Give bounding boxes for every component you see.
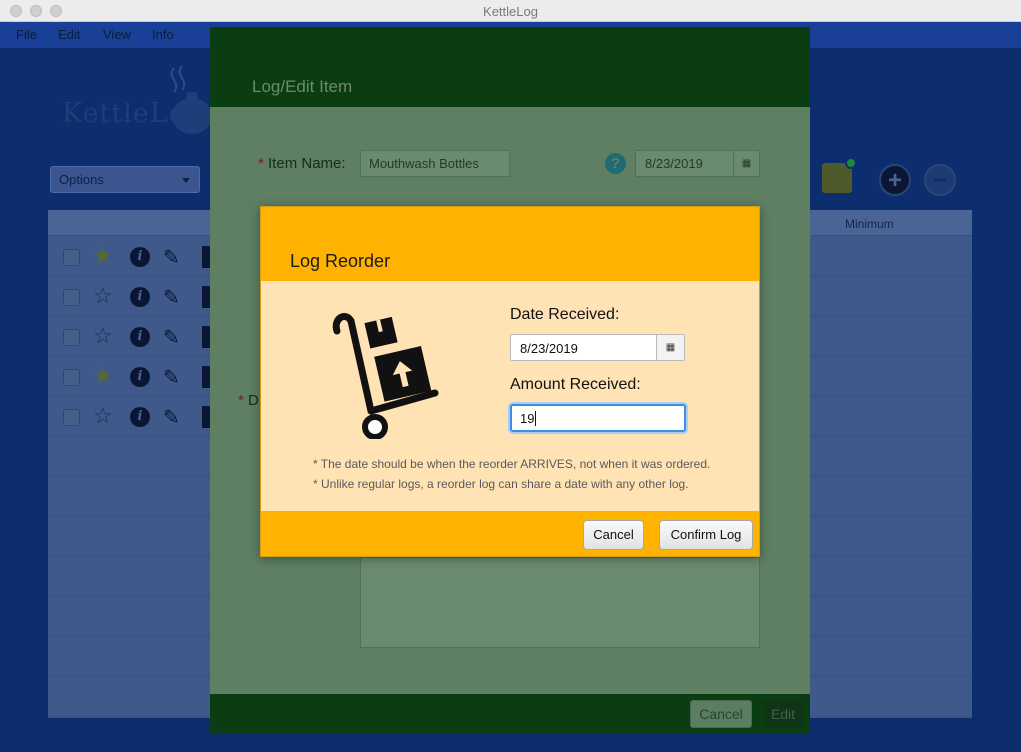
text-cursor: [535, 411, 537, 426]
app-logo-text: KettleLog: [62, 98, 205, 129]
amount-received-label: Amount Received:: [510, 376, 641, 393]
calendar-icon[interactable]: ▦: [733, 151, 759, 176]
date-received-field[interactable]: 8/23/2019 ▦: [510, 334, 685, 361]
log-edit-header: Log/Edit Item: [210, 27, 810, 107]
remove-item-button[interactable]: −: [924, 164, 956, 196]
add-item-button[interactable]: +: [879, 164, 911, 196]
item-name-label-text: Item Name:: [268, 155, 346, 172]
description-label: * D: [238, 392, 259, 409]
log-reorder-header: Log Reorder: [261, 207, 759, 281]
status-dot-icon: [845, 157, 857, 169]
window-titlebar: KettleLog: [0, 0, 1021, 22]
info-icon[interactable]: i: [130, 327, 150, 347]
row-checkbox[interactable]: [63, 329, 80, 346]
pencil-icon[interactable]: ✎: [163, 245, 180, 270]
description-label-text: D: [248, 392, 259, 409]
chevron-down-icon: [182, 178, 190, 183]
info-icon[interactable]: i: [130, 247, 150, 267]
column-header-minimum[interactable]: Minimum: [845, 217, 894, 231]
reorder-note-shared-date: * Unlike regular logs, a reorder log can…: [313, 477, 689, 491]
log-date-field[interactable]: 8/23/2019 ▦: [635, 150, 760, 177]
menu-edit[interactable]: Edit: [58, 27, 80, 42]
date-received-label: Date Received:: [510, 306, 620, 323]
star-outline-icon[interactable]: ☆: [93, 403, 113, 429]
row-checkbox[interactable]: [63, 409, 80, 426]
required-asterisk: *: [258, 155, 264, 172]
log-reorder-dialog: Log Reorder Date Received: 8/23/2019 ▦ A…: [260, 206, 760, 557]
help-icon[interactable]: ?: [605, 153, 626, 174]
amount-received-field[interactable]: 19: [510, 404, 686, 432]
star-filled-icon[interactable]: ★: [93, 363, 113, 389]
row-checkbox[interactable]: [63, 289, 80, 306]
edit-confirm-button[interactable]: Edit: [763, 700, 803, 728]
info-icon[interactable]: i: [130, 287, 150, 307]
info-icon[interactable]: i: [130, 367, 150, 387]
row-checkbox[interactable]: [63, 369, 80, 386]
cancel-button[interactable]: Cancel: [583, 520, 644, 550]
star-filled-icon[interactable]: ★: [93, 243, 113, 269]
window-title: KettleLog: [483, 4, 538, 19]
info-icon[interactable]: i: [130, 407, 150, 427]
reorder-note-arrival: * The date should be when the reorder AR…: [313, 457, 711, 471]
menu-view[interactable]: View: [103, 27, 131, 42]
pencil-icon[interactable]: ✎: [163, 365, 180, 390]
edit-cancel-button[interactable]: Cancel: [690, 700, 752, 728]
log-edit-title: Log/Edit Item: [252, 77, 353, 96]
log-date-value: 8/23/2019: [645, 156, 703, 171]
pencil-icon[interactable]: ✎: [163, 285, 180, 310]
required-asterisk: *: [238, 392, 244, 409]
hand-truck-icon: [332, 313, 439, 439]
amount-received-value: 19: [520, 411, 535, 426]
options-dropdown[interactable]: Options: [50, 166, 200, 193]
notes-textarea[interactable]: [360, 557, 760, 648]
row-checkbox[interactable]: [63, 249, 80, 266]
confirm-log-button[interactable]: Confirm Log: [659, 520, 753, 550]
star-outline-icon[interactable]: ☆: [93, 283, 113, 309]
pencil-icon[interactable]: ✎: [163, 325, 180, 350]
log-reorder-title: Log Reorder: [290, 251, 391, 271]
date-received-value: 8/23/2019: [520, 341, 578, 356]
menu-file[interactable]: File: [16, 27, 37, 42]
pencil-icon[interactable]: ✎: [163, 405, 180, 430]
calendar-icon[interactable]: ▦: [656, 335, 684, 360]
options-label: Options: [59, 172, 104, 187]
menu-info[interactable]: Info: [152, 27, 174, 42]
item-name-field[interactable]: Mouthwash Bottles: [360, 150, 510, 177]
item-name-label: * Item Name:: [258, 155, 346, 172]
star-outline-icon[interactable]: ☆: [93, 323, 113, 349]
